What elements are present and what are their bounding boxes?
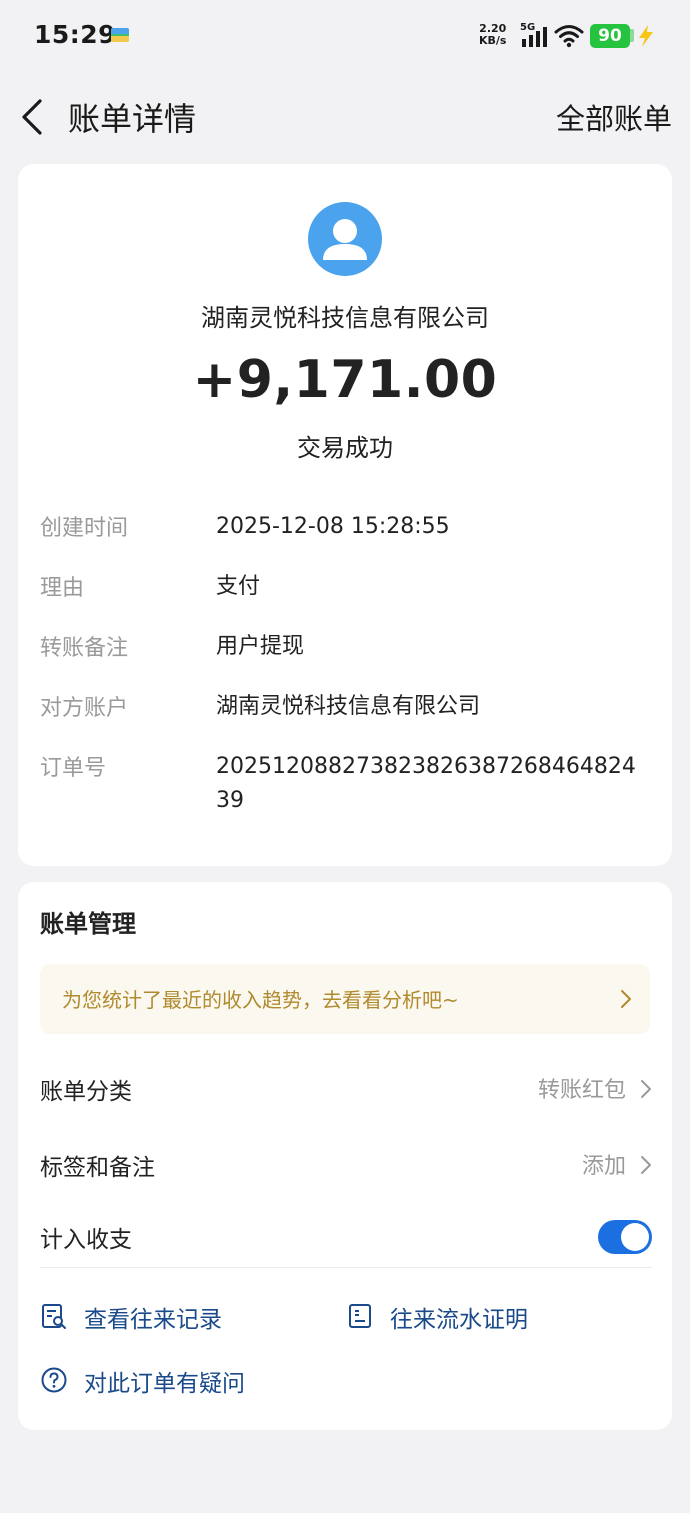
page-title: 账单详情 [68, 100, 197, 138]
bill-management-card: 账单管理 为您统计了最近的收入趋势，去看看分析吧~ 账单分类 转账红包 标签和备… [18, 882, 672, 1430]
detail-label: 订单号 [40, 756, 107, 781]
detail-value: 用户提现 [216, 634, 305, 659]
tags-notes-row[interactable]: 标签和备注 添加 [40, 1144, 652, 1184]
include-in-stats-row: 计入收支 [40, 1220, 652, 1254]
detail-row-reason: 理由 支付 [40, 570, 660, 604]
all-bills-link[interactable]: 全部账单 [556, 96, 672, 138]
charging-icon [639, 25, 653, 47]
detail-row-remark: 转账备注 用户提现 [40, 630, 660, 664]
avatar [308, 202, 382, 276]
order-question-link[interactable]: 对此订单有疑问 [40, 1362, 300, 1398]
battery-indicator: 90 [590, 24, 630, 48]
chevron-right-icon [641, 1156, 651, 1174]
wifi-icon [554, 25, 584, 48]
detail-value: 2025-12-08 15:28:55 [216, 514, 450, 539]
toggle-knob [621, 1223, 649, 1251]
detail-label: 转账备注 [40, 636, 129, 661]
section-title: 账单管理 [40, 910, 136, 938]
signal-icon [522, 27, 547, 47]
detail-row-order-number: 订单号 20251208827382382638726846482439 [40, 750, 660, 818]
order-number-value: 20251208827382382638726846482439 [216, 754, 636, 813]
include-in-stats-label: 计入收支 [40, 1227, 132, 1253]
back-arrow-icon[interactable] [18, 97, 48, 137]
view-records-label: 查看往来记录 [84, 1307, 222, 1333]
question-icon [41, 1367, 67, 1393]
detail-row-created-time: 创建时间 2025-12-08 15:28:55 [40, 510, 660, 544]
tags-notes-label: 标签和备注 [40, 1155, 155, 1181]
chevron-right-icon [641, 1080, 651, 1098]
counterparty-name: 湖南灵悦科技信息有限公司 [201, 304, 489, 332]
status-time: 15:29 [34, 20, 117, 49]
income-trend-banner[interactable]: 为您统计了最近的收入趋势，去看看分析吧~ [40, 964, 650, 1034]
transaction-proof-label: 往来流水证明 [390, 1307, 528, 1333]
order-question-label: 对此订单有疑问 [84, 1371, 245, 1397]
records-search-icon [42, 1304, 66, 1329]
detail-value: 湖南灵悦科技信息有限公司 [216, 694, 481, 719]
include-in-stats-toggle[interactable] [598, 1220, 652, 1254]
transaction-status: 交易成功 [297, 434, 393, 462]
bill-category-value: 转账红包 [537, 1078, 626, 1103]
battery-cap [630, 29, 634, 42]
detail-value: 支付 [216, 574, 261, 599]
divider [40, 1267, 652, 1268]
nav-bar: 账单详情 全部账单 [0, 84, 690, 148]
network-speed: 2.20 KB/s [479, 23, 506, 47]
transaction-amount: +9,171.00 [192, 350, 498, 410]
detail-label: 理由 [40, 576, 85, 601]
view-records-link[interactable]: 查看往来记录 [40, 1298, 280, 1334]
chevron-right-icon [621, 990, 631, 1008]
notification-icon [111, 28, 129, 42]
transaction-proof-link[interactable]: 往来流水证明 [346, 1298, 606, 1334]
promo-text: 为您统计了最近的收入趋势，去看看分析吧~ [62, 988, 459, 1012]
bill-category-row[interactable]: 账单分类 转账红包 [40, 1068, 652, 1108]
user-icon [323, 219, 367, 260]
tags-notes-value: 添加 [581, 1154, 626, 1179]
bill-category-label: 账单分类 [40, 1079, 132, 1105]
transaction-card: 湖南灵悦科技信息有限公司 +9,171.00 交易成功 创建时间 2025-12… [18, 164, 672, 866]
document-icon [349, 1304, 371, 1328]
detail-label: 对方账户 [40, 696, 129, 721]
detail-label: 创建时间 [40, 516, 129, 541]
detail-row-counterparty-account: 对方账户 湖南灵悦科技信息有限公司 [40, 690, 660, 724]
status-bar: 15:29 2.20 KB/s 5G 90 [0, 0, 690, 72]
network-speed-unit: KB/s [479, 34, 507, 47]
